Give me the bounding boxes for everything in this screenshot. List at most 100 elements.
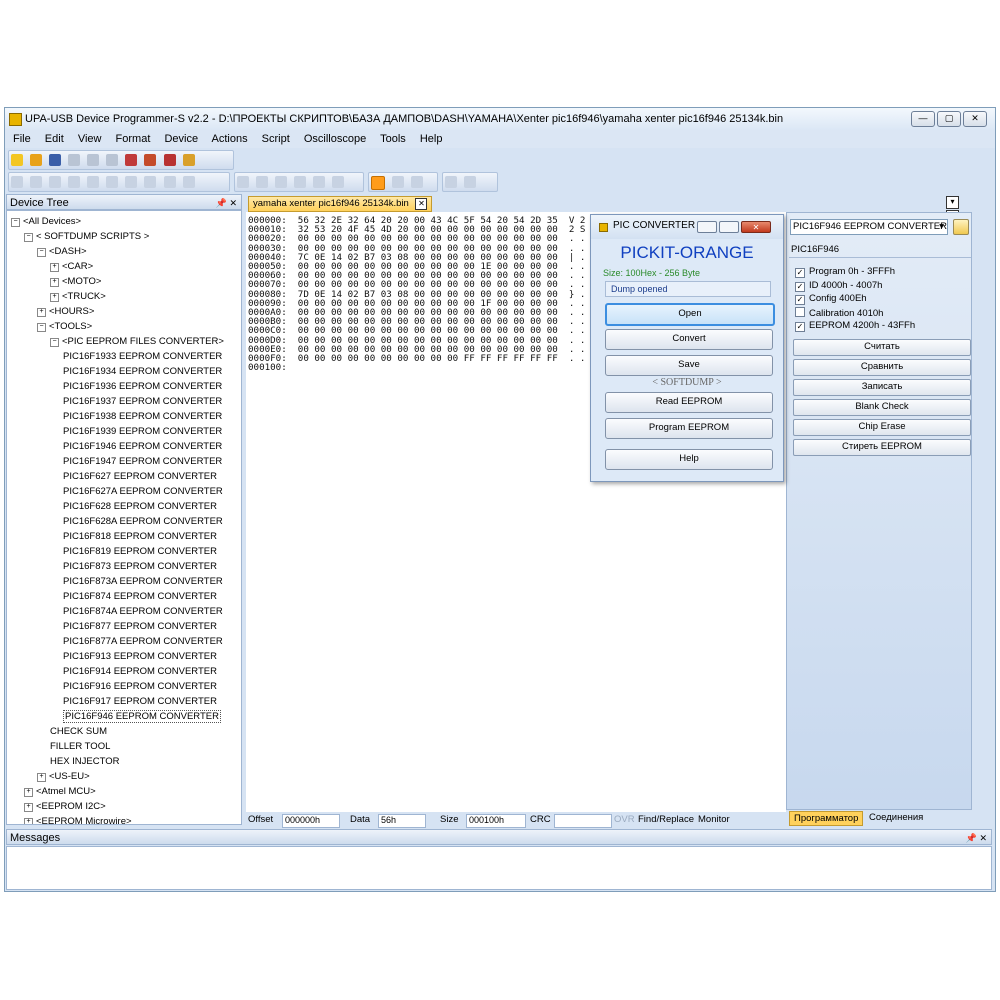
zoom-out-icon[interactable] (182, 176, 195, 188)
menu-oscilloscope[interactable]: Oscilloscope (304, 133, 366, 145)
expand-icon[interactable]: + (24, 788, 33, 797)
checkbox-row[interactable]: ✓ EEPROM 4200h - 43FFh (795, 320, 915, 332)
tab-document[interactable]: yamaha xenter pic16f946 25134k.bin ✕ (248, 196, 433, 212)
dialog-minimize-button[interactable] (697, 221, 717, 233)
copy-icon[interactable] (87, 154, 100, 166)
expand-icon[interactable]: + (50, 293, 59, 302)
chip-erase-button[interactable]: Chip Erase (793, 419, 971, 436)
checkbox-row[interactable]: Calibration 4010h (795, 306, 883, 319)
read-eeprom-button[interactable]: Read EEPROM (605, 392, 773, 413)
first-icon[interactable] (87, 176, 100, 188)
tree-item[interactable]: PIC16F1937 EEPROM CONVERTER (63, 394, 222, 409)
collapse-icon[interactable]: − (37, 323, 46, 332)
tree-item[interactable]: PIC16F1933 EEPROM CONVERTER (63, 349, 222, 364)
cut-icon[interactable] (68, 154, 81, 166)
checkbox[interactable] (795, 306, 805, 317)
expand-icon[interactable]: + (50, 263, 59, 272)
help-button[interactable]: Help (605, 449, 773, 470)
align-center-icon[interactable] (313, 176, 326, 188)
tree-item[interactable]: − <PIC EEPROM FILES CONVERTER> (50, 334, 224, 349)
tree-item[interactable]: PIC16F1946 EEPROM CONVERTER (63, 439, 222, 454)
tree-item[interactable]: PIC16F873A EEPROM CONVERTER (63, 574, 223, 589)
read-button[interactable]: Считать (793, 339, 971, 356)
tree-item[interactable]: CHECK SUM (50, 724, 107, 739)
collapse-icon[interactable]: − (50, 338, 59, 347)
compare-button[interactable]: Сравнить (793, 359, 971, 376)
tree-item[interactable]: PIC16F1934 EEPROM CONVERTER (63, 364, 222, 379)
tree-item[interactable]: PIC16F628 EEPROM CONVERTER (63, 499, 217, 514)
maximize-button[interactable]: ▢ (937, 111, 961, 127)
tree-item[interactable]: − <DASH> (37, 244, 87, 259)
tree-item[interactable]: FILLER TOOL (50, 739, 110, 754)
tree-item[interactable]: PIC16F914 EEPROM CONVERTER (63, 664, 217, 679)
paste-icon[interactable] (106, 154, 119, 166)
menu-actions[interactable]: Actions (212, 133, 248, 145)
tree-item[interactable]: + <TRUCK> (50, 289, 106, 304)
tab-programmer[interactable]: Программатор (789, 811, 864, 826)
play-icon[interactable] (445, 176, 457, 188)
open-folder-icon[interactable] (953, 219, 969, 235)
save-icon[interactable] (49, 154, 62, 166)
checkbox[interactable]: ✓ (795, 295, 805, 305)
collapse-icon[interactable]: − (37, 248, 46, 257)
edit-icon[interactable] (125, 154, 138, 166)
chart-icon[interactable] (182, 154, 195, 166)
tree-item[interactable]: + <MOTO> (50, 274, 101, 289)
menu-format[interactable]: Format (116, 133, 151, 145)
menu-device[interactable]: Device (164, 133, 198, 145)
collapse-icon[interactable]: − (11, 218, 20, 227)
tree-item[interactable]: PIC16F917 EEPROM CONVERTER (63, 694, 217, 709)
tree-item[interactable]: PIC16F877 EEPROM CONVERTER (63, 619, 217, 634)
tree-item[interactable]: + <Atmel MCU> (24, 784, 96, 799)
align-right-icon[interactable] (332, 176, 345, 188)
tree-item[interactable]: PIC16F874 EEPROM CONVERTER (63, 589, 217, 604)
last-icon[interactable] (144, 176, 157, 188)
device-select[interactable]: PIC16F946 EEPROM CONVERTER ▾ (790, 219, 948, 235)
minimize-button[interactable]: — (911, 111, 935, 127)
program-eeprom-button[interactable]: Program EEPROM (605, 418, 773, 439)
italic-icon[interactable] (256, 176, 269, 188)
checkbox[interactable]: ✓ (795, 322, 805, 332)
dialog-close-button[interactable]: ✕ (741, 221, 771, 233)
tree-item[interactable]: PIC16F627A EEPROM CONVERTER (63, 484, 223, 499)
monitor-label[interactable]: Monitor (698, 812, 730, 828)
replace-icon[interactable] (68, 176, 81, 188)
write-button[interactable]: Записать (793, 379, 971, 396)
tree-item[interactable]: + <EEPROM Microwire> (24, 814, 132, 824)
checkbox-row[interactable]: ✓ Program 0h - 3FFFh (795, 266, 895, 278)
next-icon[interactable] (125, 176, 138, 188)
tree-item[interactable]: PIC16F1938 EEPROM CONVERTER (63, 409, 222, 424)
find-icon[interactable] (49, 176, 62, 188)
device-icon[interactable] (144, 154, 157, 166)
open-button[interactable]: Open (605, 303, 775, 326)
stop-icon[interactable] (464, 176, 477, 188)
undo-icon[interactable] (11, 176, 23, 188)
menu-file[interactable]: File (13, 133, 31, 145)
expand-icon[interactable]: + (50, 278, 59, 287)
tree-item[interactable]: PIC16F874A EEPROM CONVERTER (63, 604, 223, 619)
tree-item[interactable]: PIC16F1947 EEPROM CONVERTER (63, 454, 222, 469)
tree-item[interactable]: PIC16F819 EEPROM CONVERTER (63, 544, 217, 559)
settings-icon[interactable] (163, 154, 176, 166)
tree-item[interactable]: PIC16F627 EEPROM CONVERTER (63, 469, 217, 484)
magnifier-icon[interactable] (392, 176, 405, 188)
tree-item[interactable]: PIC16F916 EEPROM CONVERTER (63, 679, 217, 694)
find-replace-label[interactable]: Find/Replace (638, 812, 694, 828)
pin-close-icon[interactable]: 📌 ✕ (216, 195, 237, 211)
tree-item[interactable]: + <HOURS> (37, 304, 94, 319)
underline-icon[interactable] (275, 176, 288, 188)
tree-item[interactable]: − < SOFTDUMP SCRIPTS > (24, 229, 149, 244)
expand-icon[interactable]: + (37, 308, 46, 317)
new-icon[interactable] (11, 154, 23, 166)
tree-item[interactable]: PIC16F1936 EEPROM CONVERTER (63, 379, 222, 394)
checkbox-row[interactable]: ✓ Config 400Eh (795, 293, 867, 305)
tree-item[interactable]: PIC16F873 EEPROM CONVERTER (63, 559, 217, 574)
tree-item[interactable]: + <CAR> (50, 259, 93, 274)
open-icon[interactable] (30, 154, 43, 166)
bold-icon[interactable] (237, 176, 249, 188)
tree-item[interactable]: PIC16F946 EEPROM CONVERTER (63, 709, 221, 724)
expand-icon[interactable]: + (24, 803, 33, 812)
menu-view[interactable]: View (78, 133, 102, 145)
tree-item[interactable]: + <US-EU> (37, 769, 90, 784)
tree-item[interactable]: PIC16F877A EEPROM CONVERTER (63, 634, 223, 649)
